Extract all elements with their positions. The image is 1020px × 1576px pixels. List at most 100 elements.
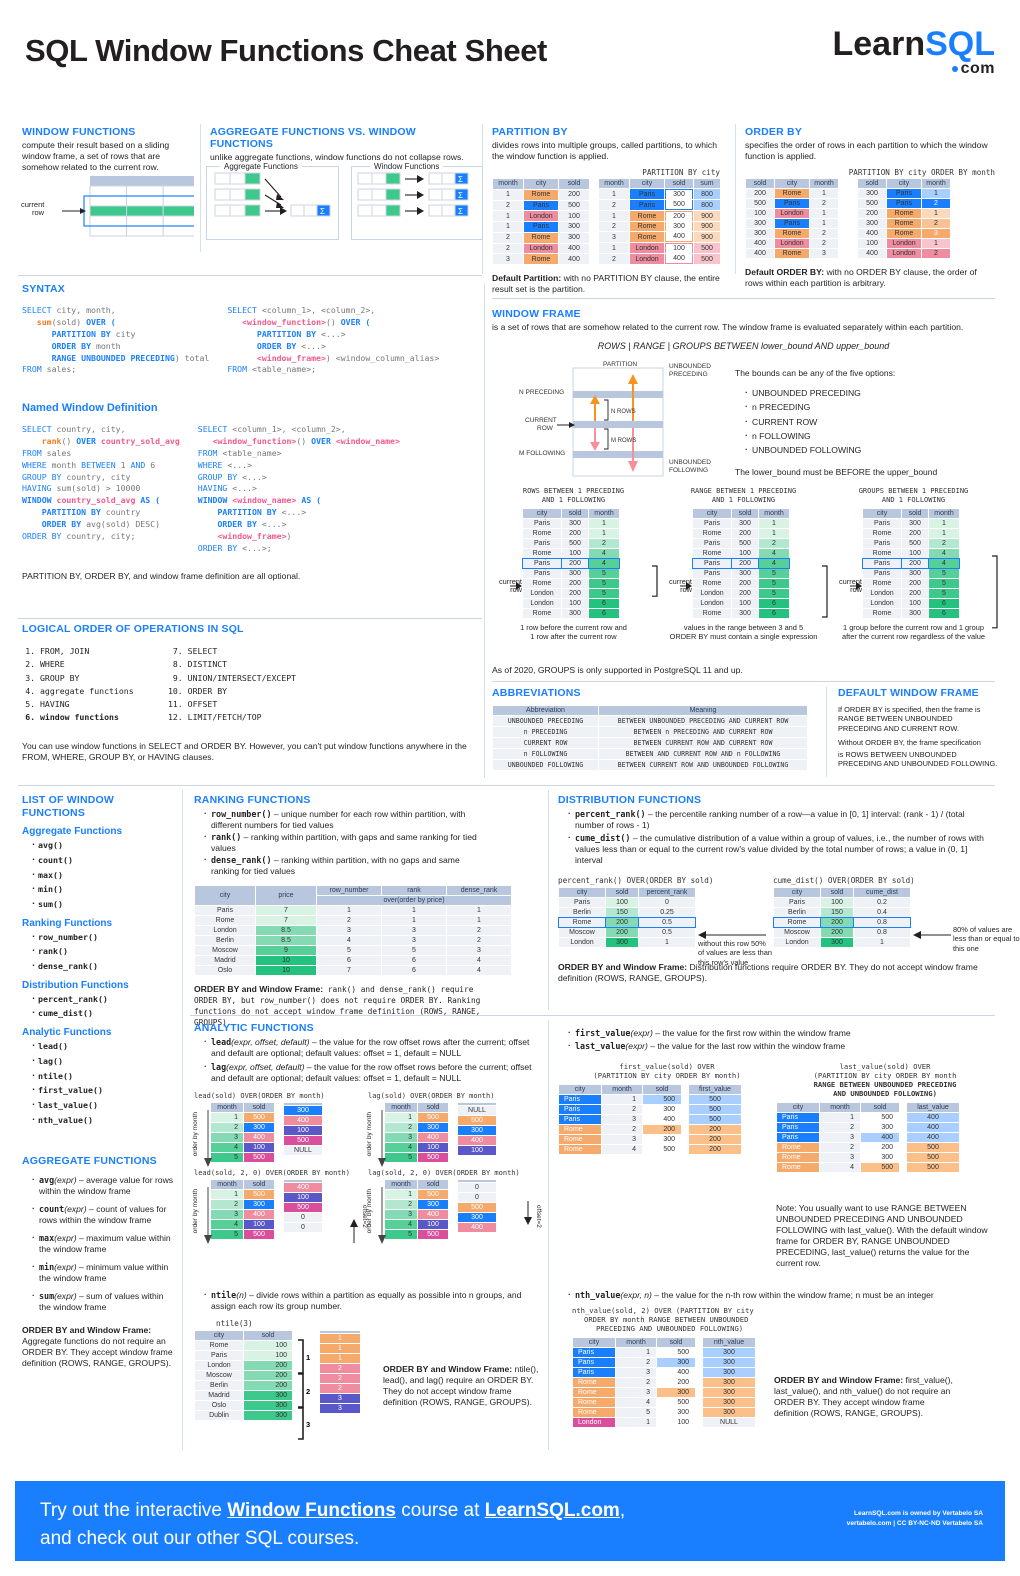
table-cell: 10 xyxy=(256,966,316,975)
table-cell: Rome xyxy=(573,1388,615,1397)
table-cell: 6 xyxy=(589,609,619,619)
table-row: Paris 300 5 xyxy=(693,569,789,579)
table-row: 2 xyxy=(320,1384,360,1393)
table-row: Rome 200 5 xyxy=(693,579,789,589)
example-caption: lead(sold, 2, 0) OVER(ORDER BY month) xyxy=(194,1169,350,1177)
table-cell: 2 xyxy=(616,1378,656,1387)
sidebar-function-item[interactable]: first_value() xyxy=(31,1083,174,1098)
sidebar-function-item[interactable]: nth_value() xyxy=(31,1113,174,1128)
nth-caption-1: nth_value(sold, 2) OVER (PARTITION BY ci… xyxy=(572,1306,754,1315)
table-cell: 500 xyxy=(559,200,589,211)
table-cell: 1 xyxy=(589,519,619,529)
table-cell: 500 xyxy=(458,1203,496,1212)
table-cell: Paris xyxy=(863,519,901,529)
table-cell: 200 xyxy=(732,579,758,589)
example-caption: lag(sold, 2, 0) OVER(ORDER BY month) xyxy=(368,1169,520,1177)
sidebar-function-item[interactable]: avg() xyxy=(31,838,174,853)
table-cell: 10 xyxy=(256,956,316,965)
table-cell: 300 xyxy=(244,1401,292,1410)
table-cell: 300 xyxy=(703,1378,755,1387)
table-cell: 3 xyxy=(320,1394,360,1403)
table-cell: London xyxy=(523,599,561,609)
sidebar-function-item[interactable]: lead() xyxy=(31,1039,174,1054)
table-row: 0 xyxy=(458,1183,496,1192)
svg-text:1: 1 xyxy=(306,1353,310,1362)
list-of-window-functions-sidebar: LIST OF WINDOW FUNCTIONS Aggregate Funct… xyxy=(22,794,174,1128)
lv-caption-4: AND UNBOUNDED FOLLOWING) xyxy=(833,1089,937,1098)
sidebar-function-item[interactable]: lag() xyxy=(31,1054,174,1069)
sidebar-function-item[interactable]: max() xyxy=(31,868,174,883)
table-row: 300 xyxy=(703,1378,755,1387)
sidebar-groups: Aggregate Functionsavg()count()max()min(… xyxy=(22,826,174,1127)
table-row: 300 xyxy=(703,1348,755,1357)
table-row: Moscow 200 0.5 xyxy=(559,928,695,937)
table-cell: 1 xyxy=(929,529,959,539)
table-cell: 300 xyxy=(458,1126,496,1135)
table-row: Paris 2 300 xyxy=(559,1105,681,1114)
table-cell: 5 xyxy=(385,1230,417,1239)
table-cell: 300 xyxy=(703,1388,755,1397)
sidebar-function-item[interactable]: ntile() xyxy=(31,1069,174,1084)
sidebar-function-item[interactable]: last_value() xyxy=(31,1098,174,1113)
table-row: NULL xyxy=(458,1106,496,1115)
column-header: month xyxy=(385,1103,417,1112)
learnsql-link[interactable]: LearnSQL.com xyxy=(485,1500,620,1521)
table-cell: 5 xyxy=(589,579,619,589)
table-cell: 500 xyxy=(418,1230,448,1239)
table-cell: 300 xyxy=(902,519,928,529)
table-cell: London xyxy=(774,938,820,947)
divider xyxy=(826,687,827,777)
table-cell: 500 xyxy=(284,1203,322,1212)
sidebar-function-item[interactable]: cume_dist() xyxy=(31,1006,174,1021)
divider xyxy=(548,1020,549,1450)
table-cell: 2 xyxy=(211,1200,243,1209)
table-row: Moscow 200 xyxy=(195,1371,292,1380)
table-row: 1 xyxy=(320,1334,360,1343)
logical-order-item: UNION/INTERSECT/EXCEPT xyxy=(188,672,296,685)
divider xyxy=(18,275,482,276)
table-row: 2 Paris 500 800 xyxy=(599,200,720,210)
column-header: month xyxy=(820,1103,860,1112)
table-cell: 500 xyxy=(657,1398,695,1407)
table-cell: 300 xyxy=(902,569,928,579)
table-cell: 200 xyxy=(732,589,758,599)
table-row: 100 London 1 xyxy=(746,209,838,218)
table-cell: 300 xyxy=(703,1408,755,1417)
aggregate-function-item: max(expr) – maximum value within the win… xyxy=(32,1232,174,1255)
column-header: sold xyxy=(418,1180,448,1189)
table-cell: Paris xyxy=(559,1115,601,1124)
window-functions-link[interactable]: Window Functions xyxy=(227,1500,396,1521)
sidebar-function-item[interactable]: count() xyxy=(31,853,174,868)
column-header: month xyxy=(922,179,950,188)
table-cell: 1 xyxy=(320,1354,360,1363)
table-cell: 5 xyxy=(929,579,959,589)
table-cell: 100 xyxy=(606,898,638,907)
table-cell: 1 xyxy=(922,209,950,218)
sidebar-function-item[interactable]: rank() xyxy=(31,944,174,959)
table-cell: 1 xyxy=(385,1190,417,1199)
table-row: NULL xyxy=(284,1146,322,1155)
table-cell: 1 xyxy=(382,916,446,925)
table-cell: 1 xyxy=(493,189,523,200)
sidebar-function-item[interactable]: percent_rank() xyxy=(31,992,174,1007)
table-cell: 300 xyxy=(746,229,774,238)
table-cell: 0.2 xyxy=(854,898,910,907)
legal-line-1: LearnSQL.com is owned by Vertabelo SA xyxy=(854,1510,983,1517)
sidebar-function-item[interactable]: min() xyxy=(31,882,174,897)
table-cell: London xyxy=(775,209,809,218)
sidebar-function-item[interactable]: row_number() xyxy=(31,930,174,945)
section-heading: AGGREGATE FUNCTIONS xyxy=(22,1155,157,1167)
table-cell: 3 xyxy=(616,1388,656,1397)
sidebar-function-item[interactable]: dense_rank() xyxy=(31,959,174,974)
sidebar-function-item[interactable]: sum() xyxy=(31,897,174,912)
table-cell: 2 xyxy=(447,936,511,945)
column-header: city xyxy=(693,509,731,519)
table-cell: 1 xyxy=(820,1113,860,1122)
percent-rank-annotation: without this row 50% of values are less … xyxy=(698,939,772,967)
table-cell: CURRENT ROW xyxy=(493,738,598,748)
table-row: 300 Paris 1 xyxy=(858,189,950,198)
table-cell: 150 xyxy=(606,908,638,917)
table-cell: 1 xyxy=(211,1113,243,1122)
table-row: 300 xyxy=(284,1106,322,1115)
table-cell: 200 xyxy=(689,1135,741,1144)
